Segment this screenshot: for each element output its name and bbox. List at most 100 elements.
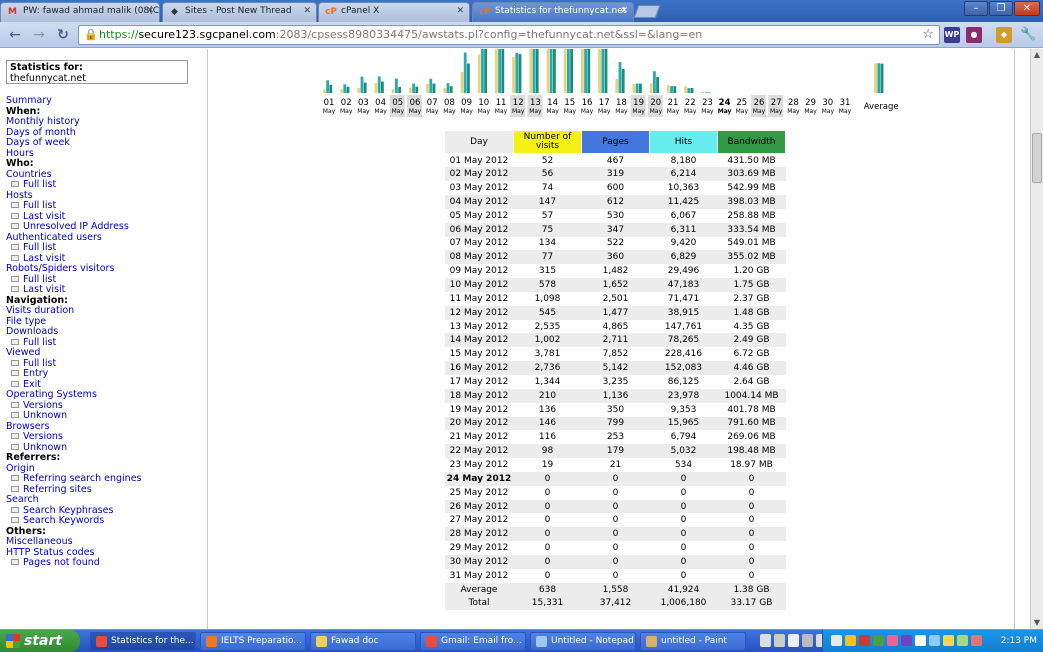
reload-icon[interactable]: ↻ — [54, 26, 72, 44]
cell-bandwidth: 549.01 MB — [717, 236, 786, 251]
cell-bandwidth: 0 — [717, 568, 786, 583]
cell-pages: 0 — [581, 471, 650, 486]
day-tick-label: 06 — [410, 98, 421, 108]
day-tick-label: 07 — [427, 98, 438, 108]
sidebar-link-unresolved-ip-address[interactable]: Unresolved IP Address — [6, 221, 206, 233]
bar-hits-01 — [329, 84, 333, 93]
quick-launch-icon[interactable] — [802, 634, 813, 647]
tab-0[interactable]: M PW: fawad ahmad malik (08(C ✕ — [0, 2, 160, 22]
average-cell-visits: 638 — [513, 582, 582, 597]
taskbar-button-0[interactable]: Statistics for the... — [90, 632, 196, 651]
taskbar-button-4[interactable]: Untitled - Notepad — [530, 632, 636, 651]
cell-hits: 6,214 — [649, 167, 718, 182]
tab-close-icon[interactable]: ✕ — [303, 6, 311, 16]
taskbar-button-5[interactable]: untitled - Paint — [640, 632, 746, 651]
table-row: 14 May 2012 1,002 2,711 78,265 2.49 GB — [444, 333, 786, 348]
tab-close-icon[interactable]: ✕ — [456, 6, 464, 16]
tray-icon[interactable] — [873, 635, 884, 646]
sidebar-link-summary[interactable]: Summary — [6, 95, 206, 107]
bar-hits-12 — [518, 54, 522, 93]
cell-bandwidth: 1004.14 MB — [717, 388, 786, 403]
tray-icon[interactable] — [831, 635, 842, 646]
page-icon — [11, 223, 19, 229]
tab-1[interactable]: ◆ Sites - Post New Thread ✕ — [162, 2, 317, 22]
taskbar-button-2[interactable]: Fawad doc — [310, 632, 416, 651]
sidebar-link-hours[interactable]: Hours — [6, 148, 206, 160]
header-bandwidth: Bandwidth — [717, 130, 786, 154]
extension-wp-icon[interactable]: WP — [944, 27, 960, 43]
stats-for-label: Statistics for: — [10, 62, 83, 73]
sidebar-link-visits-duration[interactable]: Visits duration — [6, 305, 206, 317]
month-tick-label: May — [460, 108, 473, 115]
bar-pages-17 — [601, 49, 605, 93]
scrollbar-thumb[interactable] — [1032, 133, 1042, 183]
tray-icon[interactable] — [901, 635, 912, 646]
maximize-icon[interactable]: ❐ — [989, 1, 1013, 16]
page-icon — [11, 433, 19, 439]
bar-pages-13 — [532, 49, 536, 93]
sidebar-link-full-list[interactable]: Full list — [6, 179, 206, 191]
tray-icon[interactable] — [929, 635, 940, 646]
extension-icon[interactable]: ● — [966, 27, 982, 43]
taskbar-button-1[interactable]: IELTS Preparatio... — [200, 632, 306, 651]
month-tick-label: May — [478, 108, 491, 115]
bar-visits-14 — [546, 49, 550, 93]
sidebar-link-pages-not-found[interactable]: Pages not found — [6, 557, 206, 569]
bar-visits-16 — [581, 49, 584, 93]
scroll-up-icon[interactable]: ▲ — [1031, 49, 1043, 61]
sidebar-link-label: Search Keywords — [23, 515, 105, 526]
quick-launch-icon[interactable] — [774, 634, 785, 647]
cell-pages: 4,865 — [581, 319, 650, 334]
wrench-icon[interactable]: 🔧 — [1020, 27, 1036, 43]
tab-close-icon[interactable]: ✕ — [620, 6, 628, 16]
new-tab-button[interactable] — [633, 5, 661, 18]
cell-pages: 1,652 — [581, 278, 650, 292]
tab-close-icon[interactable]: ✕ — [146, 6, 154, 16]
cell-hits: 9,420 — [649, 236, 718, 251]
minimize-icon[interactable]: – — [964, 1, 988, 16]
sidebar-link-monthly-history[interactable]: Monthly history — [6, 116, 206, 128]
bookmark-star-icon[interactable]: ☆ — [922, 26, 934, 44]
sidebar-link-unknown[interactable]: Unknown — [6, 410, 206, 422]
sidebar-link-last-visit[interactable]: Last visit — [6, 284, 206, 296]
forward-arrow-icon[interactable]: → — [30, 26, 48, 44]
tray-icon[interactable] — [943, 635, 954, 646]
tray-icon[interactable] — [845, 635, 856, 646]
scroll-down-icon[interactable]: ▼ — [1031, 617, 1043, 629]
sidebar-link-days-of-week[interactable]: Days of week — [6, 137, 206, 149]
table-row: 10 May 2012 578 1,652 47,183 1.75 GB — [444, 278, 786, 292]
tray-icon[interactable] — [971, 635, 982, 646]
back-arrow-icon[interactable]: ← — [6, 26, 24, 44]
address-bar[interactable]: 🔒 https://secure123.sgcpanel.com:2083/cp… — [78, 25, 940, 45]
cell-visits: 56 — [513, 167, 582, 182]
tray-icon[interactable] — [915, 635, 926, 646]
close-icon[interactable]: ✕ — [1014, 1, 1040, 16]
vertical-scrollbar[interactable]: ▲ ▼ — [1030, 49, 1043, 629]
taskbar-button-3[interactable]: Gmail: Email fro... — [420, 632, 526, 651]
page-icon — [11, 506, 19, 513]
tray-icon[interactable] — [957, 635, 968, 646]
header-pages: Pages — [581, 130, 650, 154]
bar-pages-15 — [567, 49, 570, 93]
tray-icon[interactable] — [859, 635, 870, 646]
extension-icon[interactable]: ◆ — [996, 27, 1012, 43]
bar-visits-05 — [391, 89, 395, 93]
tab-2[interactable]: cP cPanel X ✕ — [318, 2, 470, 22]
day-tick-label: 27 — [771, 98, 782, 108]
sidebar-link-search-keywords[interactable]: Search Keywords — [6, 515, 206, 527]
tray-icon[interactable] — [887, 635, 898, 646]
quick-launch-icon[interactable] — [760, 634, 771, 647]
table-row: 12 May 2012 545 1,477 38,915 1.48 GB — [444, 305, 786, 320]
quick-launch-icon[interactable] — [788, 634, 799, 647]
cell-day: 22 May 2012 — [444, 444, 514, 459]
month-tick-label: May — [340, 108, 353, 115]
cell-day: 27 May 2012 — [444, 513, 514, 528]
tab-3[interactable]: cP Statistics for thefunnycat.net ✕ — [472, 2, 634, 22]
cell-visits: 1,002 — [513, 333, 582, 348]
bar-pages-22 — [687, 88, 691, 93]
sidebar-link-label: Exit — [23, 378, 41, 390]
start-button[interactable]: start — [0, 630, 80, 652]
cell-hits: 38,915 — [649, 305, 718, 320]
sidebar-link-miscellaneous[interactable]: Miscellaneous — [6, 536, 206, 548]
cell-day: 11 May 2012 — [444, 291, 514, 306]
